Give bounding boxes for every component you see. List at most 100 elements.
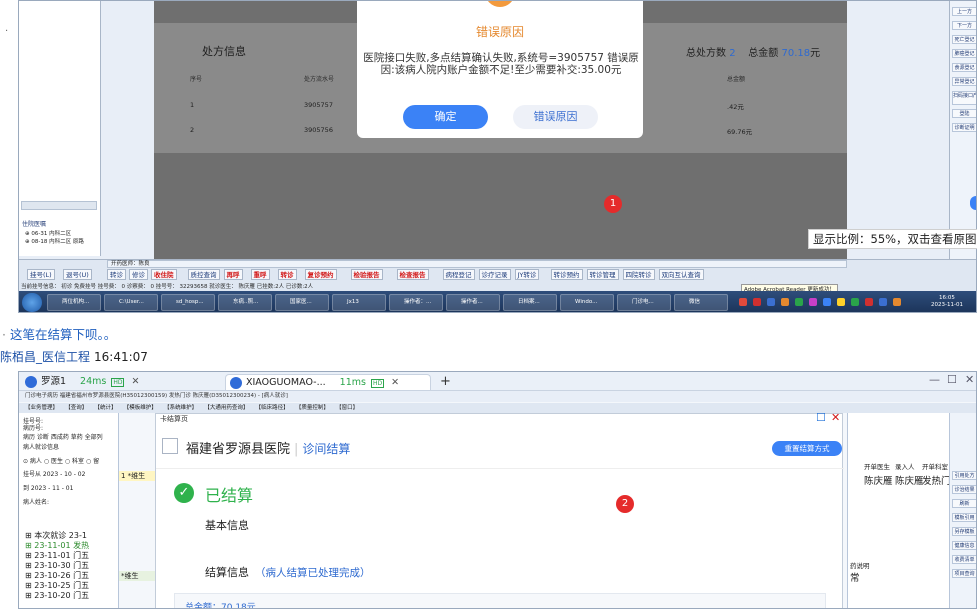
tray-icon[interactable] — [823, 298, 831, 306]
register-button[interactable]: 挂号(L) — [27, 269, 55, 280]
start-button-icon[interactable] — [22, 293, 42, 312]
menu-item[interactable]: 【统计】 — [97, 405, 116, 411]
menu-item[interactable]: 【窗口】 — [339, 405, 358, 411]
add-tab-icon[interactable]: + — [440, 374, 451, 389]
taskbar-item[interactable]: Windo... — [560, 294, 614, 311]
toolbar-button[interactable]: 转诊预约 — [550, 269, 583, 280]
tray-icon[interactable] — [837, 298, 845, 306]
menu-item[interactable]: 【大通用药查询】 — [207, 405, 248, 411]
food-register-button[interactable]: 食源登记 — [952, 63, 976, 72]
tray-icon[interactable] — [753, 298, 761, 306]
cite-prescription-button[interactable]: 引用处方 — [952, 471, 976, 480]
toolbar-button[interactable]: 转诊管理 — [586, 269, 619, 280]
charge-list-button[interactable]: 收费清单 — [952, 555, 976, 564]
diagnosis-result-button[interactable]: 诊治结果 — [952, 485, 976, 494]
toolbar-button[interactable]: 质控查询 — [187, 269, 220, 280]
menu-item[interactable]: 【质量控制】 — [299, 405, 329, 411]
toolbar-button[interactable]: 病程登记 — [442, 269, 475, 280]
search-scope-radios[interactable]: ⊙ 病人 ○ 医生 ○ 科室 ○ 留 — [23, 456, 99, 465]
visit-tree-item[interactable]: ⊞ 本次就诊 23-1 — [25, 531, 87, 541]
menu-item[interactable]: 【临床路径】 — [258, 405, 288, 411]
scan-interface-button[interactable]: 扫码接口产科检查 — [952, 91, 976, 105]
toolbar-button[interactable]: 四院转诊 — [622, 269, 655, 280]
tray-icon[interactable] — [781, 298, 789, 306]
visit-tree-item[interactable]: ⊞ 23-10-25 门五 — [25, 581, 89, 591]
login-button[interactable]: 登陆 — [952, 109, 976, 118]
toolbar-button[interactable]: 检查报告 — [396, 269, 429, 280]
tray-icon[interactable] — [893, 298, 901, 306]
screenshot-settled[interactable]: 罗源1 24ms HD ✕ XIAOGUOMAO-... 11ms HD ✕ + — ☐ ✕… — [18, 371, 977, 609]
visit-tree-item[interactable]: ⊞ 23-10-20 门五 — [25, 591, 89, 601]
template-cite-button[interactable]: 模板引用 — [952, 513, 976, 522]
tray-icon[interactable] — [851, 298, 859, 306]
select-checkbox[interactable] — [162, 438, 178, 454]
sender-name[interactable]: 陈栢昌_医信工程 — [0, 350, 90, 364]
taskbar-item[interactable]: 门诊电... — [617, 294, 671, 311]
close-tab-icon[interactable]: ✕ — [391, 377, 399, 388]
taskbar-item[interactable]: 微信 — [674, 294, 728, 311]
expand-handle-icon[interactable] — [970, 196, 976, 210]
tray-icon[interactable] — [879, 298, 887, 306]
maximize-modal-icon[interactable]: ☐ — [816, 411, 826, 424]
unregister-button[interactable]: 退号(U) — [63, 269, 92, 280]
taskbar-item[interactable]: C:\User... — [104, 294, 158, 311]
visit-tree-item[interactable]: ⊞ 23-10-30 门五 — [25, 561, 89, 571]
tray-icon[interactable] — [767, 298, 775, 306]
tab-remote-2[interactable]: XIAOGUOMAO-... 11ms HD ✕ — [225, 374, 431, 390]
error-reason-button[interactable]: 错误原因 — [513, 105, 598, 129]
visit-tree-item[interactable]: ⊞ 23-11-01 发热 — [25, 541, 89, 551]
toolbar-button[interactable]: 复诊预约 — [304, 269, 337, 280]
menu-item[interactable]: 【系统维护】 — [167, 405, 197, 411]
death-register-button[interactable]: 死亡登记 — [952, 35, 976, 44]
minimize-icon[interactable]: — — [929, 373, 940, 386]
visit-tree-item[interactable]: ⊞ 23-11-01 门五 — [25, 551, 89, 561]
toolbar-button[interactable]: 诊疗记录 — [478, 269, 511, 280]
taskbar-item[interactable]: 操作者：... — [389, 294, 443, 311]
confirm-button[interactable]: 确定 — [403, 105, 488, 129]
abnormal-register-button[interactable]: 异常登记 — [952, 77, 976, 86]
menu-item[interactable]: 【查询】 — [68, 405, 87, 411]
toolbar-button[interactable]: JY转诊 — [514, 269, 540, 280]
screenshot-error-dialog[interactable]: 住院医嘱 ⊕ 06-31 内科二区 ⊕ 08-18 内科二区 原路 处方信息 总… — [18, 0, 977, 313]
taskbar-item[interactable]: 国家医... — [275, 294, 329, 311]
close-window-icon[interactable]: ✕ — [965, 373, 974, 386]
close-tab-icon[interactable]: ✕ — [131, 376, 139, 387]
tray-icon[interactable] — [865, 298, 873, 306]
toolbar-button[interactable]: 转诊 — [107, 269, 126, 280]
taskbar-item[interactable]: Jx13 — [332, 294, 386, 311]
taskbar-item[interactable]: 日档案... — [503, 294, 557, 311]
patient-name-field[interactable]: 病人姓名: — [23, 497, 49, 506]
tab-remote-1[interactable]: 罗源1 24ms HD ✕ — [21, 374, 221, 390]
health-info-button[interactable]: 健康信息 — [952, 541, 976, 550]
tray-icon[interactable] — [795, 298, 803, 306]
taskbar-item[interactable]: 两位机构... — [47, 294, 101, 311]
date-to-field[interactable]: 到 2023 - 11 - 01 — [23, 483, 73, 492]
taskbar-item[interactable]: 操作者... — [446, 294, 500, 311]
horizontal-scrollbar[interactable] — [21, 201, 97, 210]
close-modal-icon[interactable]: ✕ — [831, 411, 840, 424]
toolbar-button[interactable]: 双向互认查询 — [658, 269, 704, 280]
date-from-field[interactable]: 挂号从 2023 - 10 - 02 — [23, 469, 85, 478]
toolbar-button[interactable]: 再呼 — [223, 269, 243, 280]
toolbar-button[interactable]: 转诊 — [277, 269, 297, 280]
taskbar-item[interactable]: 东病..照... — [218, 294, 272, 311]
toolbar-button[interactable]: 收住院 — [151, 269, 177, 280]
taskbar-item[interactable]: sd_hosp... — [161, 294, 215, 311]
menu-item[interactable]: 【业务管理】 — [25, 405, 58, 411]
tray-icon[interactable] — [739, 298, 747, 306]
diagnosis-certificate-button[interactable]: 诊断证明 — [952, 123, 976, 132]
visit-tree-item[interactable]: ⊞ 23-10-26 门五 — [25, 571, 89, 581]
toolbar-button[interactable]: 修诊 — [129, 269, 148, 280]
toolbar-button[interactable]: 重呼 — [250, 269, 270, 280]
item-query-button[interactable]: 项目查询 — [952, 569, 976, 578]
record-tabs[interactable]: 病历 诊断 西成药 草药 全部列 — [23, 432, 103, 441]
prev-prescription-button[interactable]: 上一方 — [952, 7, 976, 16]
maximize-icon[interactable]: ☐ — [947, 373, 957, 386]
save-template-button[interactable]: 另存模板 — [952, 527, 976, 536]
menu-item[interactable]: 【模板维护】 — [127, 405, 157, 411]
next-prescription-button[interactable]: 下一方 — [952, 21, 976, 30]
reset-payment-button[interactable]: 重置结算方式 — [772, 441, 842, 456]
tray-icon[interactable] — [809, 298, 817, 306]
refresh-button[interactable]: 刷新 — [952, 499, 976, 508]
tree-item[interactable]: ⊕ 08-18 内科二区 原路 — [25, 237, 84, 245]
